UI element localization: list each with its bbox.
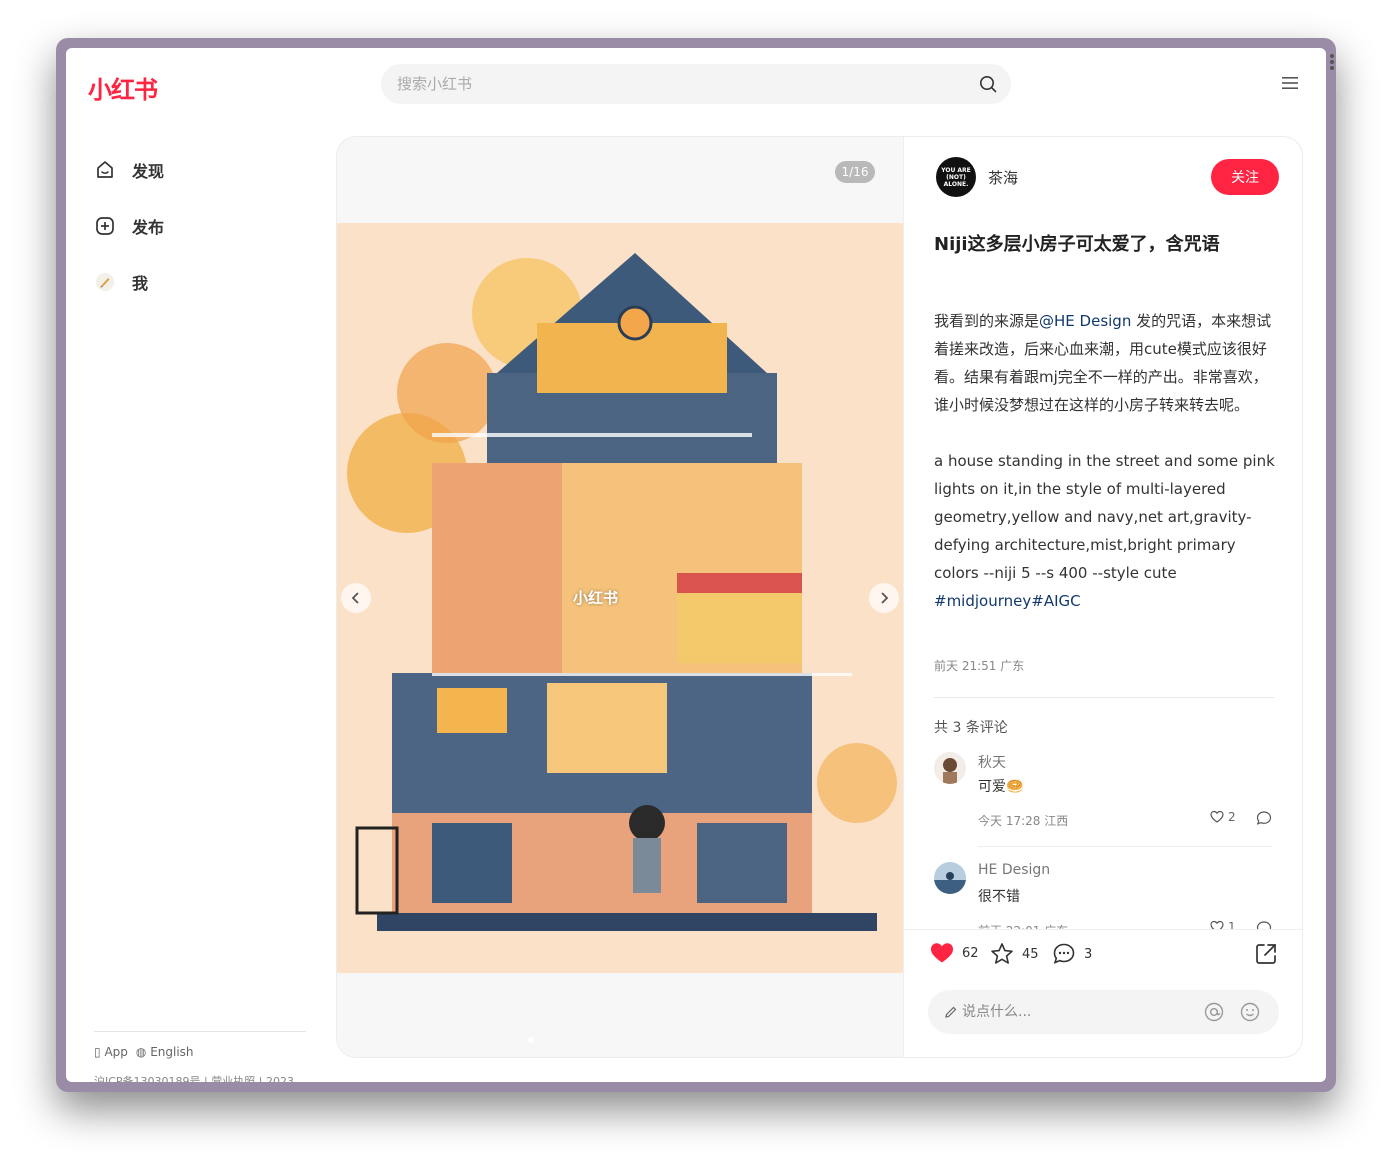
comment-button[interactable]: 3 xyxy=(1052,942,1092,966)
like-button[interactable]: 62 xyxy=(930,942,979,964)
pen-icon xyxy=(945,1006,957,1018)
commenter-avatar[interactable] xyxy=(934,752,966,784)
like-count: 62 xyxy=(962,945,979,961)
search-input[interactable] xyxy=(397,64,957,104)
sidebar-divider xyxy=(94,1031,306,1032)
note-media: 1/16 小红书 xyxy=(337,137,903,1057)
sidebar-item-label: 发布 xyxy=(132,218,165,237)
app-download-link[interactable]: ▯ App xyxy=(94,1045,128,1059)
chevron-right-icon xyxy=(881,592,889,604)
menu-icon[interactable] xyxy=(1282,76,1298,90)
content-divider xyxy=(934,697,1274,698)
sidebar-item-label: 我 xyxy=(132,274,149,293)
discover-icon xyxy=(94,159,116,181)
image-watermark: 小红书 xyxy=(573,589,619,607)
commenter-avatar[interactable] xyxy=(934,862,966,894)
comment-meta: 今天 17:28 江西 xyxy=(978,814,1069,828)
note-image[interactable] xyxy=(337,223,903,973)
engagement-bar: 62 45 3 xyxy=(904,929,1302,1057)
sidebar-footer-links: ▯ App ◍ English xyxy=(94,1045,194,1059)
app-logo[interactable]: 小红书 xyxy=(88,70,158,105)
note-tags: #midjourney#AIGC xyxy=(934,587,1279,615)
comment-count: 共 3 条评论 xyxy=(934,720,1008,736)
author-avatar[interactable]: YOU ARE (NOT) ALONE. xyxy=(936,157,976,197)
note-title: Niji这多层小房子可太爱了，含咒语 xyxy=(934,234,1220,255)
heart-filled-icon xyxy=(931,943,953,963)
star-icon xyxy=(991,943,1013,964)
collect-count: 45 xyxy=(1022,946,1039,962)
globe-icon: ◍ xyxy=(135,1045,147,1059)
carousel-indicator[interactable] xyxy=(528,1037,534,1043)
comment-text: 可爱🥯 xyxy=(978,779,1024,795)
note-info-pane: YOU ARE (NOT) ALONE. 茶海 关注 Niji这多层小房子可太爱… xyxy=(903,137,1302,1057)
note-description: 我看到的来源是@HE Design 发的咒语，本来想试着搓来改造，后来心血来潮，… xyxy=(934,312,1272,414)
chevron-left-icon xyxy=(351,592,359,604)
comment-text: 很不错 xyxy=(978,889,1020,905)
icp-license[interactable]: 沪ICP备13030189号 | 营业执照 | 2023 xyxy=(94,1073,294,1082)
page: 小红书 发现 发布 xyxy=(66,48,1326,1082)
comment-divider xyxy=(978,846,1272,847)
comment-like-button[interactable]: 2 xyxy=(1210,810,1236,824)
author-name[interactable]: 茶海 xyxy=(988,167,1018,188)
note-prompt: a house standing in the street and some … xyxy=(934,452,1275,582)
commenter-name[interactable]: HE Design xyxy=(978,862,1050,878)
heart-outline-icon xyxy=(1210,810,1224,823)
note-date: 前天 21:51 广东 xyxy=(934,659,1025,673)
comment-total: 3 xyxy=(1084,946,1093,962)
phone-icon: ▯ xyxy=(94,1045,101,1059)
image-counter: 1/16 xyxy=(835,161,875,183)
search-bar[interactable] xyxy=(381,64,1011,104)
prev-image-button[interactable] xyxy=(341,583,371,613)
search-icon[interactable] xyxy=(979,75,997,93)
mention-icon[interactable] xyxy=(1204,1002,1224,1022)
emoji-icon[interactable] xyxy=(1240,1002,1260,1022)
comment-input-box[interactable] xyxy=(928,990,1279,1034)
tag-link[interactable]: #midjourney xyxy=(934,592,1031,610)
window-drag-handle[interactable] xyxy=(1330,54,1334,72)
sidebar-item-label: 发现 xyxy=(132,162,165,181)
follow-button[interactable]: 关注 xyxy=(1211,159,1279,195)
sidebar-item-discover[interactable]: 发现 xyxy=(94,154,164,186)
comment-input[interactable] xyxy=(962,990,1192,1034)
browser-window: 小红书 发现 发布 xyxy=(56,38,1336,1092)
comment-icon xyxy=(1053,943,1075,964)
sidebar-item-publish[interactable]: 发布 xyxy=(94,210,164,242)
sidebar-item-me[interactable]: 我 xyxy=(94,266,148,298)
house-illustration xyxy=(337,223,903,973)
mention-link[interactable]: @HE Design xyxy=(1039,312,1131,330)
next-image-button[interactable] xyxy=(869,583,899,613)
note-content: 我看到的来源是@HE Design 发的咒语，本来想试着搓来改造，后来心血来潮，… xyxy=(934,307,1279,615)
language-link[interactable]: ◍ English xyxy=(136,1045,194,1059)
share-icon[interactable] xyxy=(1254,942,1278,966)
tag-link[interactable]: #AIGC xyxy=(1031,592,1080,610)
profile-avatar-icon xyxy=(94,271,116,293)
collect-button[interactable]: 45 xyxy=(990,942,1039,966)
reply-icon[interactable] xyxy=(1256,810,1272,826)
commenter-name[interactable]: 秋天 xyxy=(978,752,1006,772)
publish-icon xyxy=(94,215,116,237)
note-detail-card: 1/16 小红书 YOU ARE (NOT) ALONE. 茶海 关注 Niji… xyxy=(336,136,1303,1058)
author-info[interactable]: YOU ARE (NOT) ALONE. 茶海 xyxy=(936,157,1018,197)
